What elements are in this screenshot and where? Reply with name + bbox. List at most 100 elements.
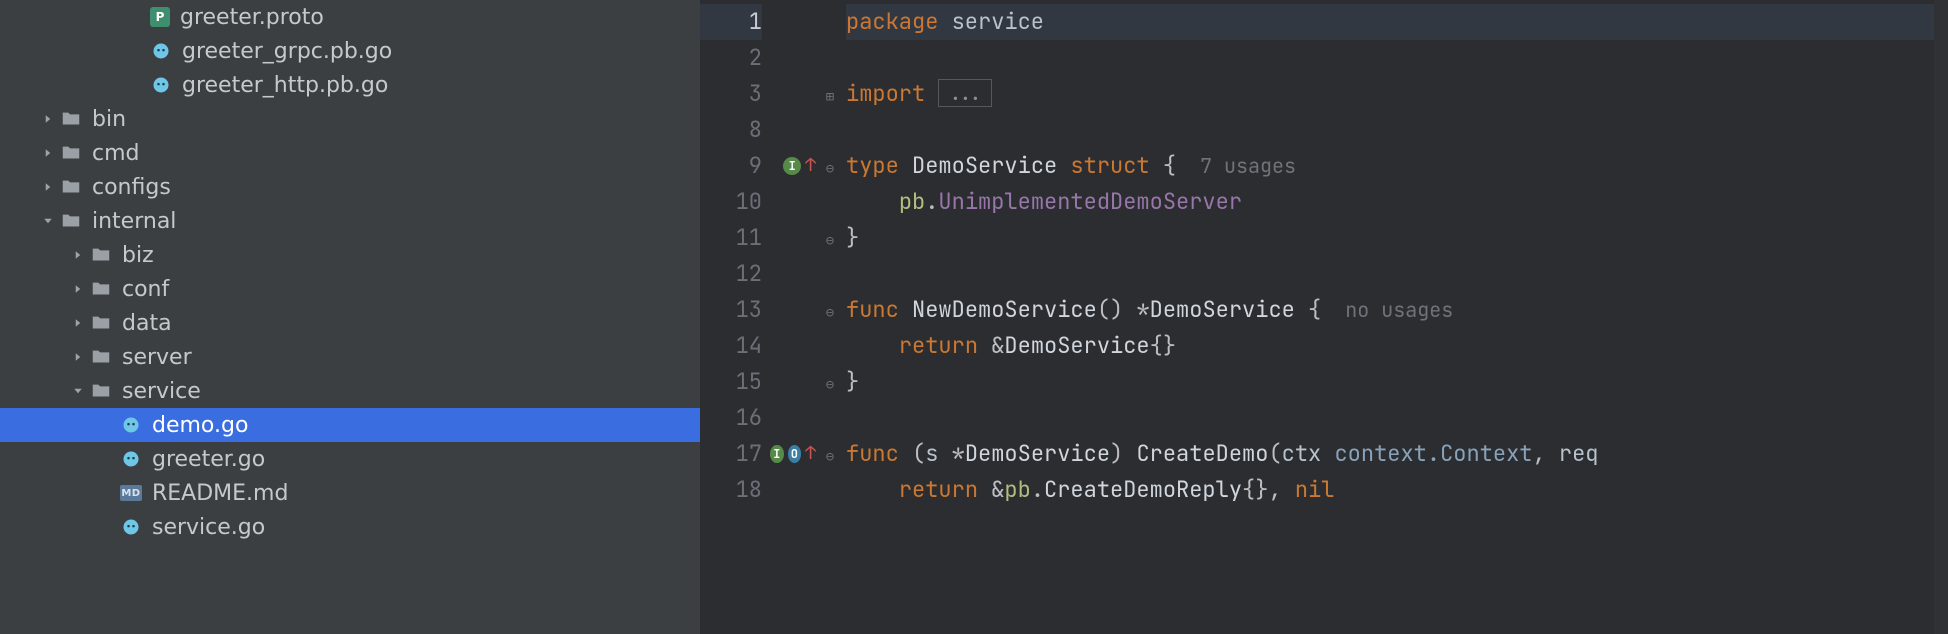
fold-slot — [820, 184, 840, 220]
code-line[interactable] — [846, 256, 1948, 292]
implements-icon[interactable]: I — [770, 445, 784, 463]
go-icon — [150, 74, 172, 96]
tree-item[interactable]: greeter_http.pb.go — [0, 68, 700, 102]
gutter-mark-slot[interactable]: I↑ — [770, 148, 820, 184]
gutter-mark-slot — [770, 364, 820, 400]
keyword: package — [846, 7, 938, 36]
project-tree[interactable]: Pgreeter.proto greeter_grpc.pb.go greeter_… — [0, 0, 700, 634]
code-line[interactable]: import ... — [846, 76, 1948, 112]
chevron-down-icon[interactable] — [70, 385, 86, 397]
tree-item[interactable]: conf — [0, 272, 700, 306]
code-line[interactable]: type DemoService struct {7 usages — [846, 148, 1948, 184]
chevron-right-icon[interactable] — [40, 113, 56, 125]
fold-slot[interactable]: ⊖ — [820, 292, 840, 328]
scrollbar[interactable] — [1934, 0, 1948, 634]
chevron-right-icon[interactable] — [70, 249, 86, 261]
code-line[interactable]: func NewDemoService() *DemoService {no u… — [846, 292, 1948, 328]
fold-open-icon[interactable]: ⊖ — [826, 304, 834, 322]
fold-slot — [820, 328, 840, 364]
code-line[interactable] — [846, 40, 1948, 76]
folder-icon — [60, 142, 82, 164]
code-line[interactable]: return &DemoService{} — [846, 328, 1948, 364]
code-line[interactable] — [846, 400, 1948, 436]
up-arrow-icon[interactable]: ↑ — [805, 436, 816, 472]
line-number: 1 — [700, 4, 762, 40]
line-number: 13 — [700, 292, 762, 328]
up-arrow-icon[interactable]: ↑ — [805, 148, 816, 184]
tree-item[interactable]: cmd — [0, 136, 700, 170]
keyword: return — [899, 331, 978, 360]
code-line[interactable]: return &pb.CreateDemoReply{}, nil — [846, 472, 1948, 508]
go-icon — [120, 448, 142, 470]
code-line[interactable]: } — [846, 220, 1948, 256]
tree-item[interactable]: internal — [0, 204, 700, 238]
func-name: NewDemoService — [912, 295, 1097, 324]
fold-open-icon[interactable]: ⊖ — [826, 160, 834, 178]
usages-hint[interactable]: no usages — [1345, 297, 1453, 323]
code-line[interactable]: } — [846, 364, 1948, 400]
fold-slot[interactable]: ⊖ — [820, 220, 840, 256]
code-line[interactable]: pb.UnimplementedDemoServer — [846, 184, 1948, 220]
code-line[interactable]: package service — [846, 4, 1948, 40]
fold-slot[interactable]: ⊖ — [820, 148, 840, 184]
tree-item[interactable]: Pgreeter.proto — [0, 0, 700, 34]
tree-item[interactable]: biz — [0, 238, 700, 272]
code-line[interactable] — [846, 112, 1948, 148]
fold-expand-icon[interactable]: ⊞ — [826, 88, 834, 106]
usages-hint[interactable]: 7 usages — [1200, 153, 1296, 179]
chevron-down-icon[interactable] — [40, 215, 56, 227]
fold-close-icon[interactable]: ⊖ — [826, 376, 834, 394]
fold-close-icon[interactable]: ⊖ — [826, 232, 834, 250]
overrides-icon[interactable]: O — [788, 445, 802, 463]
gutter-mark-slot — [770, 328, 820, 364]
gutter-mark-slot[interactable]: IO↑ — [770, 436, 820, 472]
tree-item[interactable]: demo.go — [0, 408, 700, 442]
fold-slot[interactable]: ⊖ — [820, 436, 840, 472]
line-number: 10 — [700, 184, 762, 220]
fold-open-icon[interactable]: ⊖ — [826, 448, 834, 466]
line-number: 14 — [700, 328, 762, 364]
marker-gutter[interactable]: I↑IO↑ — [770, 0, 820, 634]
chevron-right-icon[interactable] — [70, 351, 86, 363]
gutter-mark-slot — [770, 256, 820, 292]
line-number: 17 — [700, 436, 762, 472]
tree-item[interactable]: configs — [0, 170, 700, 204]
tree-item[interactable]: greeter.go — [0, 442, 700, 476]
line-number: 16 — [700, 400, 762, 436]
gutter-mark-slot — [770, 220, 820, 256]
chevron-right-icon[interactable] — [70, 283, 86, 295]
fold-gutter[interactable]: ⊞ ⊖ ⊖ ⊖ ⊖ ⊖ — [820, 0, 840, 634]
fold-slot — [820, 472, 840, 508]
tree-item[interactable]: bin — [0, 102, 700, 136]
tree-item[interactable]: service — [0, 374, 700, 408]
line-number: 18 — [700, 472, 762, 508]
tree-item-label: README.md — [152, 481, 288, 506]
line-number: 11 — [700, 220, 762, 256]
tree-item[interactable]: MDREADME.md — [0, 476, 700, 510]
code-area[interactable]: package service import ... type DemoServic… — [840, 0, 1948, 634]
tree-item[interactable]: data — [0, 306, 700, 340]
fold-slot — [820, 112, 840, 148]
fold-slot[interactable]: ⊖ — [820, 364, 840, 400]
tree-item-label: greeter_http.pb.go — [182, 73, 388, 98]
code-editor[interactable]: 12389101112131415161718 I↑IO↑ ⊞⊖⊖⊖⊖⊖ pac… — [700, 0, 1948, 634]
tree-item-label: greeter_grpc.pb.go — [182, 39, 392, 64]
implements-icon[interactable]: I — [783, 157, 801, 175]
tree-item[interactable]: server — [0, 340, 700, 374]
chevron-right-icon[interactable] — [40, 147, 56, 159]
tree-item[interactable]: service.go — [0, 510, 700, 544]
chevron-right-icon[interactable] — [70, 317, 86, 329]
chevron-right-icon[interactable] — [40, 181, 56, 193]
tree-item[interactable]: greeter_grpc.pb.go — [0, 34, 700, 68]
code-line[interactable]: func (s *DemoService) CreateDemo(ctx con… — [846, 436, 1948, 472]
line-number: 9 — [700, 148, 762, 184]
tree-item-label: bin — [92, 107, 126, 132]
fold-slot — [820, 400, 840, 436]
tree-item-label: internal — [92, 209, 176, 234]
folder-icon — [60, 176, 82, 198]
keyword: struct — [1070, 151, 1149, 180]
fold-slot[interactable]: ⊞ — [820, 76, 840, 112]
gutter-mark-slot — [770, 400, 820, 436]
gutter-mark-slot — [770, 40, 820, 76]
folded-region[interactable]: ... — [938, 79, 992, 107]
